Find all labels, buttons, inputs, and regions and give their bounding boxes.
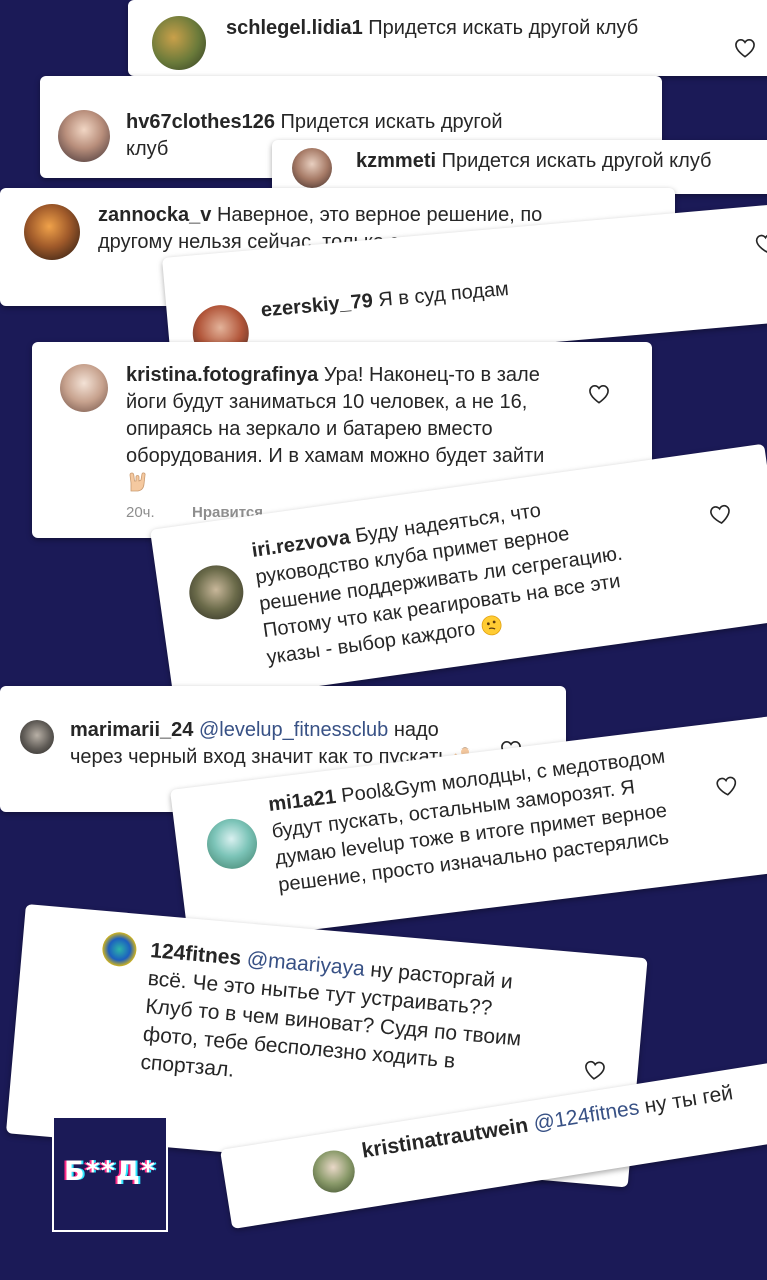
comment-card: kzmmeti Придется искать другой клуб	[272, 140, 767, 194]
comment-mention[interactable]: @124fitnes	[532, 1096, 641, 1135]
comment-text: iri.rezvova Буду надеяться, что руководс…	[250, 482, 665, 671]
comment-username[interactable]: mi1a21	[267, 786, 337, 816]
comment-text: kzmmeti Придется искать другой клуб	[356, 148, 767, 175]
comment-time: 20ч.	[126, 504, 155, 521]
avatar[interactable]	[58, 110, 110, 162]
comment-username[interactable]: zannocka_v	[98, 204, 211, 226]
comment-text: ezerskiy_79 Я в суд подам	[260, 258, 721, 325]
heart-icon[interactable]	[754, 232, 767, 254]
avatar[interactable]	[20, 720, 54, 754]
comment-username[interactable]: schlegel.lidia1	[226, 17, 363, 39]
heart-icon[interactable]	[715, 775, 739, 798]
comment-body: Придется искать другой клуб	[368, 17, 639, 39]
comment-username[interactable]: kzmmeti	[356, 150, 436, 172]
comment-body: Я в суд подам	[377, 277, 510, 312]
avatar[interactable]	[204, 815, 260, 872]
avatar[interactable]	[152, 16, 206, 70]
heart-icon[interactable]	[583, 1059, 607, 1081]
channel-logo: Б**Д*	[52, 1116, 168, 1232]
comment-username[interactable]: kristina.fotografinya	[126, 364, 318, 386]
comment-body: Придется искать другой клуб	[441, 150, 712, 172]
heart-icon[interactable]	[734, 38, 756, 58]
comment-mention[interactable]: @levelup_fitnessclub	[199, 719, 388, 741]
comment-text: kristina.fotografinya Ура! Наконец-то в …	[126, 362, 556, 497]
comment-username[interactable]: hv67clothes126	[126, 111, 275, 133]
heart-icon[interactable]	[588, 384, 610, 404]
comment-body: ну ты гей	[642, 1081, 735, 1118]
comment-username[interactable]: ezerskiy_79	[260, 290, 374, 322]
comment-username[interactable]: 124fitnes	[149, 939, 242, 970]
avatar[interactable]	[185, 561, 247, 623]
rock-hand-emoji-icon	[129, 472, 146, 492]
avatar[interactable]	[60, 364, 108, 412]
avatar[interactable]	[292, 148, 332, 188]
avatar[interactable]	[309, 1147, 358, 1196]
comment-text: 124fitnes @maariyaya ну расторгай и всё.…	[139, 937, 540, 1110]
avatar[interactable]	[24, 204, 80, 260]
heart-icon[interactable]	[708, 503, 733, 526]
comment-username[interactable]: marimarii_24	[70, 719, 193, 741]
thinking-face-emoji-icon	[481, 615, 502, 636]
comment-card: schlegel.lidia1 Придется искать другой к…	[128, 0, 767, 76]
logo-text: Б**Д*	[64, 1156, 156, 1187]
avatar[interactable]	[100, 930, 138, 968]
comment-body: Буду надеяться, что руководство клуба пр…	[254, 499, 624, 669]
comment-mention[interactable]: @maariyaya	[246, 948, 366, 981]
comment-text: schlegel.lidia1 Придется искать другой к…	[226, 15, 726, 42]
